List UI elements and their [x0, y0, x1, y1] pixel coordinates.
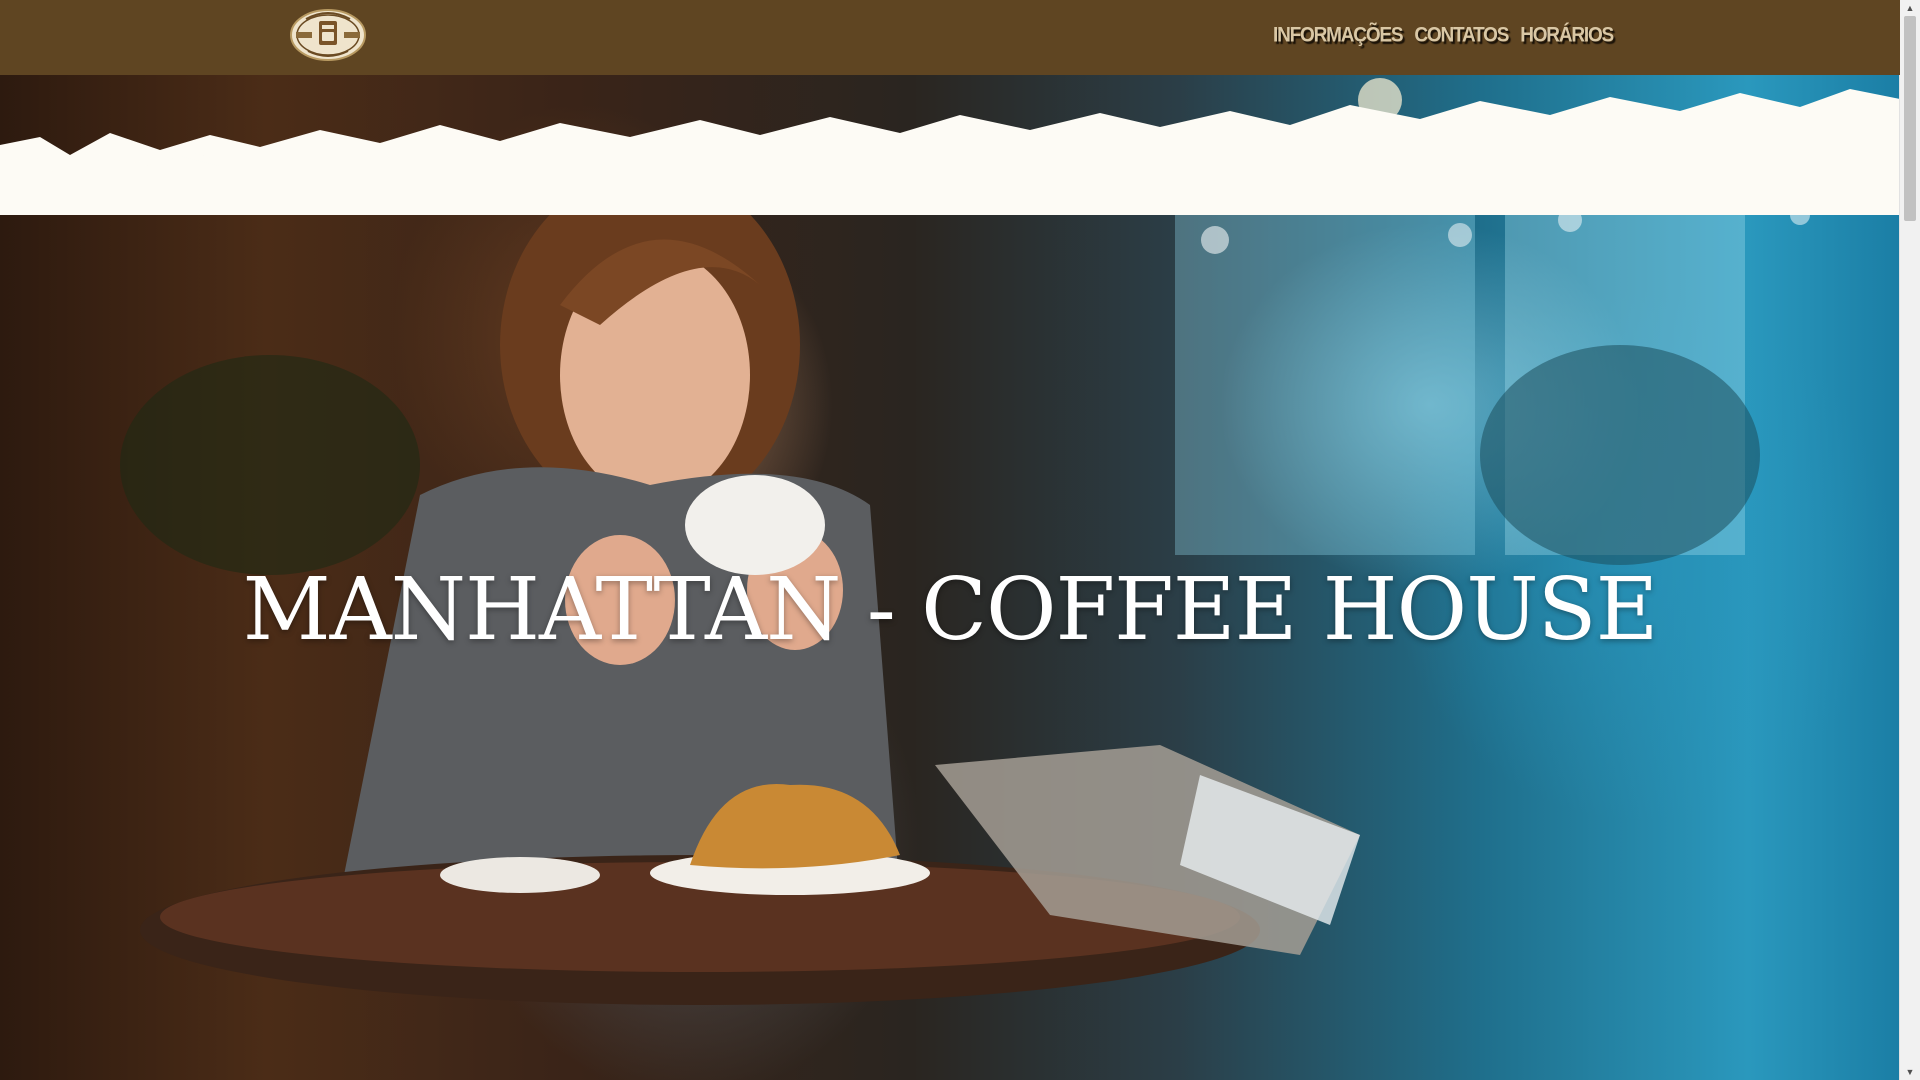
top-navbar: INFORMAÇÕES CONTATOS HORÁRIOS — [0, 0, 1900, 75]
coffee-emblem-logo[interactable] — [290, 9, 366, 61]
hero-section: MANHATTAN - COFFEE HOUSE — [0, 75, 1900, 1080]
nav-link-contatos[interactable]: CONTATOS — [1414, 24, 1509, 49]
torn-paper-divider — [0, 89, 1900, 215]
scroll-down-arrow-icon[interactable]: ▼ — [1900, 1064, 1920, 1080]
hero-title: MANHATTAN - COFFEE HOUSE — [242, 560, 1659, 660]
nav-link-horarios[interactable]: HORÁRIOS — [1520, 24, 1614, 49]
nav-link-informacoes[interactable]: INFORMAÇÕES — [1273, 24, 1404, 49]
main-nav: INFORMAÇÕES CONTATOS HORÁRIOS — [1273, 24, 1614, 49]
scrollbar-thumb[interactable] — [1904, 16, 1916, 221]
scroll-up-arrow-icon[interactable]: ▲ — [1900, 0, 1920, 16]
page-scrollbar[interactable]: ▲ ▼ — [1899, 0, 1920, 1080]
